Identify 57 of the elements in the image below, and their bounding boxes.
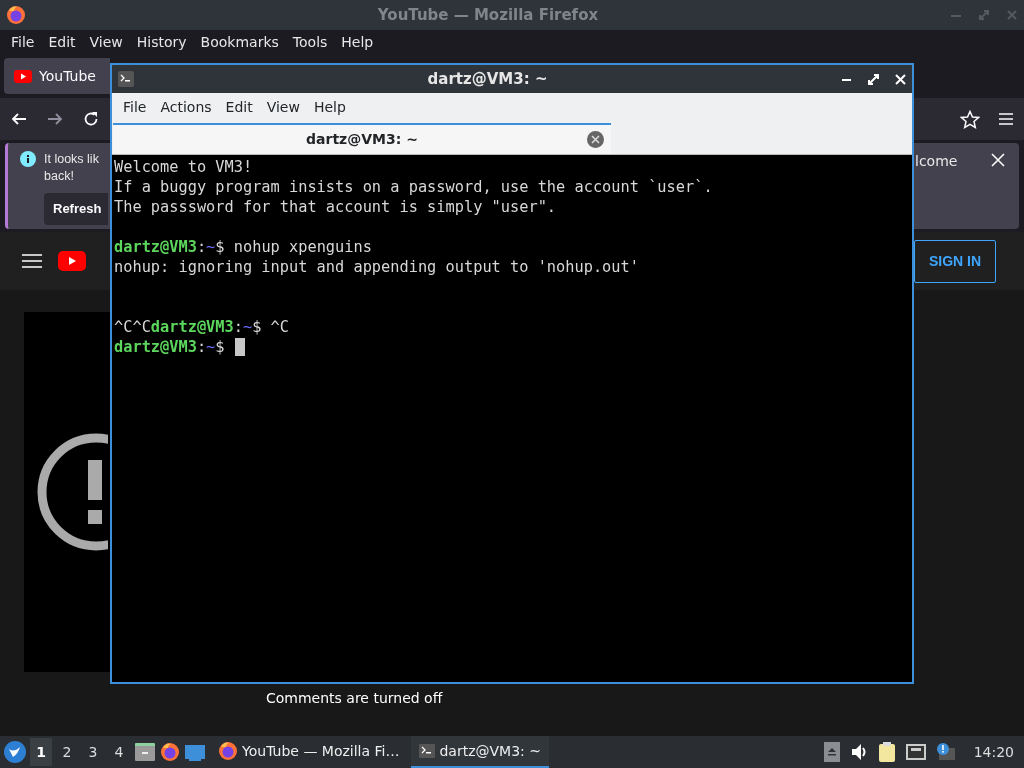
clock[interactable]: 14:20 [973,741,1014,763]
menu-item[interactable]: View [82,31,130,53]
eject-icon[interactable] [823,742,840,762]
notification-message-end: lcome [915,152,958,171]
warning-icon [36,432,108,552]
info-icon [20,151,36,167]
terminal-line: If a buggy program insists on a password, use the account `user`. [114,177,713,197]
workspace-button[interactable]: 3 [82,738,104,766]
menu-icon[interactable] [22,253,42,269]
menu-icon[interactable] [998,111,1014,127]
menu-item[interactable]: Help [306,97,353,118]
close-tab-icon[interactable] [587,131,604,148]
menu-item[interactable]: Actions [153,97,219,118]
menu-item[interactable]: Edit [218,97,260,118]
menu-item[interactable]: File [4,31,42,53]
task-button[interactable]: dartz@VM3: ~ [411,736,549,768]
tab-label: YouTube [39,66,96,86]
terminal-line: dartz@VM3:~$ [114,337,225,357]
menu-item[interactable]: Bookmarks [193,31,286,53]
menu-item[interactable]: View [259,97,307,118]
youtube-logo-icon[interactable] [58,251,86,271]
notification-icon[interactable] [935,742,956,762]
youtube-icon [14,68,32,84]
workspace-button[interactable]: 4 [108,738,130,766]
comments-notice: Comments are turned off [266,689,444,708]
workspace-button[interactable]: 1 [30,738,52,766]
firefox-icon[interactable] [160,742,180,762]
terminal-line: nohup: ignoring input and appending output to 'nohup.out' [114,257,639,277]
task-button[interactable]: YouTube — Mozilla Fi… [210,736,408,768]
bookmark-star-icon[interactable] [960,109,980,129]
refresh-button[interactable]: Refresh [44,193,108,225]
terminal-tab[interactable]: dartz@VM3: ~ [113,123,611,154]
clipboard-icon[interactable] [877,741,896,763]
terminal-icon [118,71,134,87]
file-manager-icon[interactable] [134,741,156,763]
terminal-icon [419,743,436,759]
reload-icon[interactable] [82,110,100,128]
menu-item[interactable]: Help [334,31,381,53]
menu-item[interactable]: File [116,97,154,118]
browser-tab[interactable]: YouTube [4,58,110,94]
window-title: dartz@VM3: ~ [426,68,549,90]
sign-in-button[interactable]: SIGN IN [914,239,996,283]
terminal-line: ^C^Cdartz@VM3:~$ ^C [114,317,289,337]
firefox-icon [6,5,26,25]
start-menu-icon[interactable] [4,741,26,763]
volume-icon[interactable] [849,742,868,762]
network-icon[interactable] [905,742,926,762]
menu-item[interactable]: History [129,31,194,53]
menu-item[interactable]: Tools [285,31,335,53]
firefox-icon [218,741,238,761]
terminal-line: The passsword for that account is simply "user". [114,197,557,217]
menu-item[interactable]: Edit [41,31,83,53]
notification-message: It looks lik back! [44,151,99,185]
terminal-line: Welcome to VM3! [114,157,253,177]
window-title: YouTube — Mozilla Firefox [376,4,600,26]
workspace-button[interactable]: 2 [56,738,78,766]
terminal-line: dartz@VM3:~$ nohup xpenguins [114,237,372,257]
